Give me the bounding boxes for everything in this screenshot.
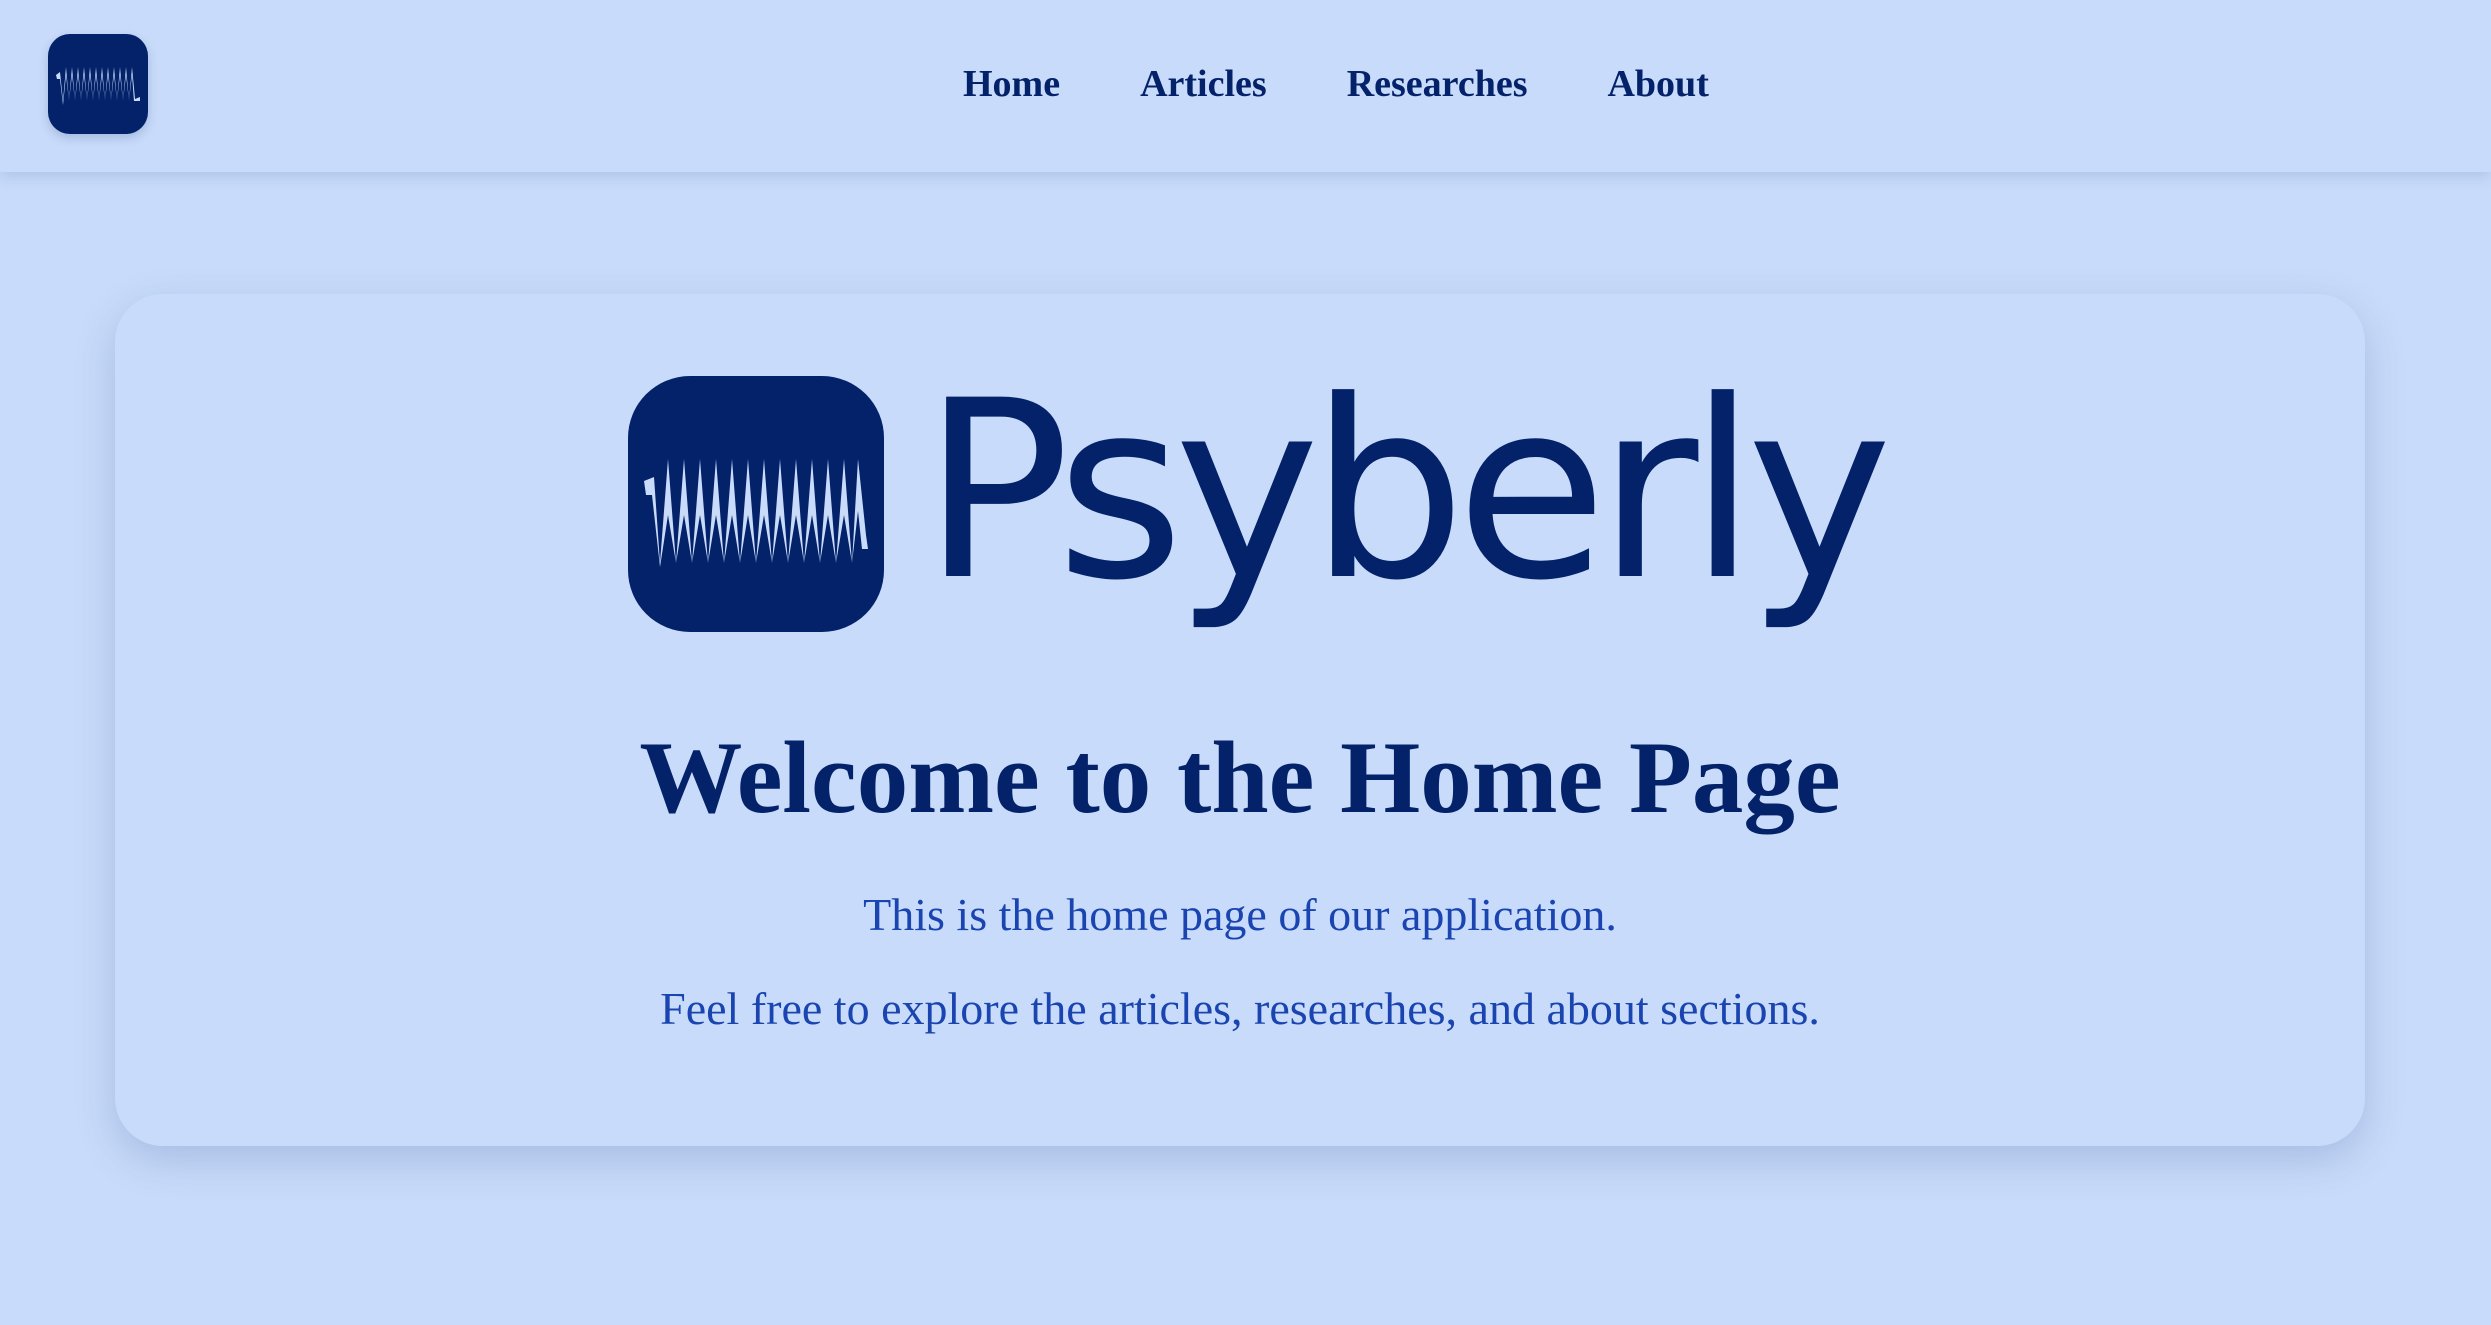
nav-logo[interactable] <box>48 34 148 134</box>
brand-wordmark: Psyberly <box>922 349 1892 635</box>
nav-articles-link[interactable]: Articles <box>1140 61 1267 107</box>
explore-text: Feel free to explore the articles, resea… <box>660 983 1820 1034</box>
page-title: Welcome to the Home Page <box>639 721 1841 835</box>
nav-researches-link[interactable]: Researches <box>1347 61 1528 107</box>
navbar: Home Articles Researches About <box>0 0 2491 172</box>
intro-text: This is the home page of our application… <box>863 889 1617 940</box>
brand-logo <box>628 376 884 632</box>
nav-home-link[interactable]: Home <box>963 61 1060 107</box>
home-card: Psyberly Welcome to the Home Page This i… <box>115 294 2365 1146</box>
main-nav: Home Articles Researches About <box>963 61 1709 107</box>
waveform-logo-icon <box>644 459 868 567</box>
nav-about-link[interactable]: About <box>1607 61 1708 107</box>
waveform-logo-icon <box>56 67 140 105</box>
